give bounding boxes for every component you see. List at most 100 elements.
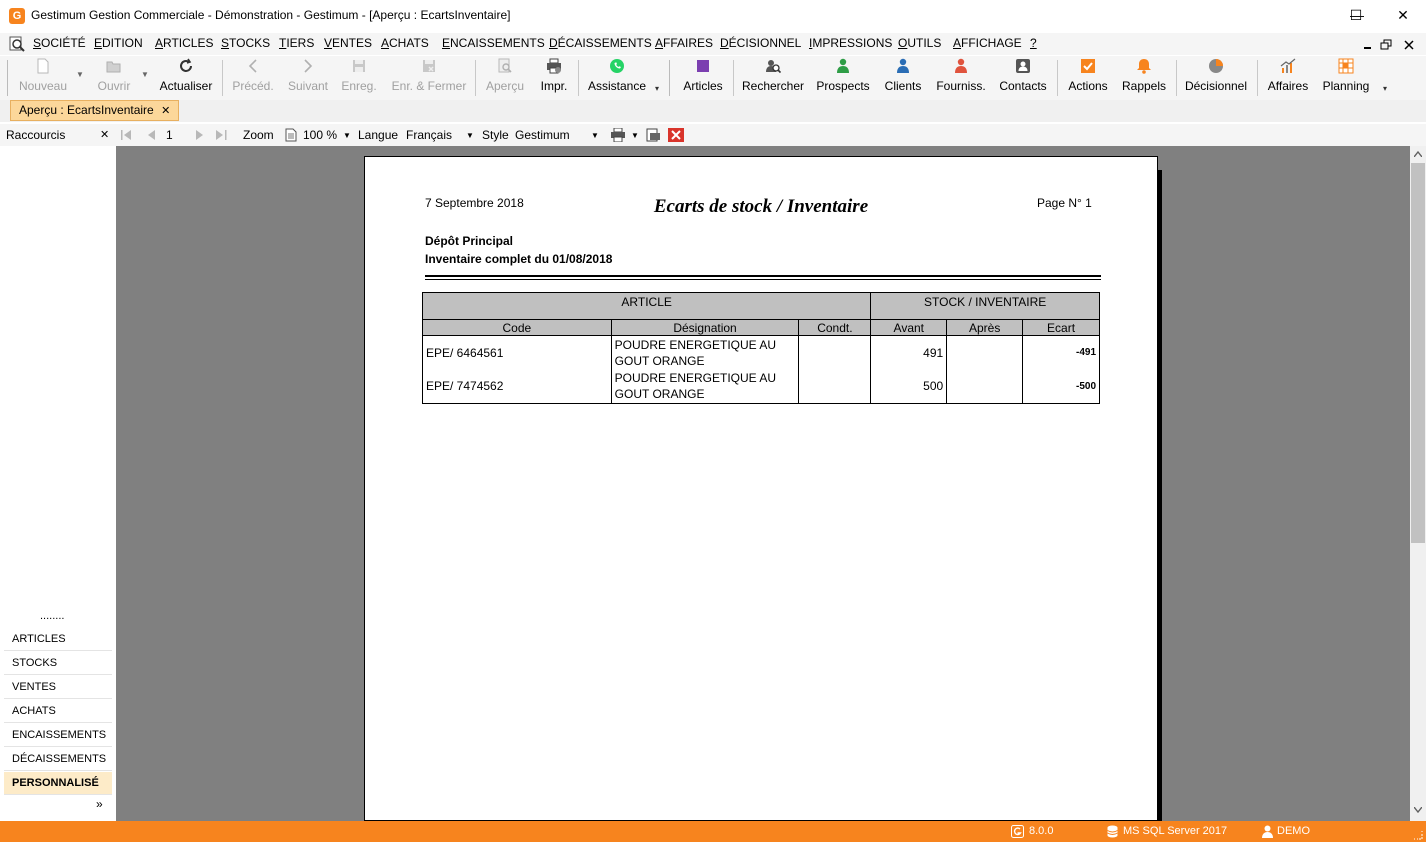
toolbar-separator bbox=[1176, 60, 1177, 96]
client-person-icon bbox=[897, 58, 909, 73]
column-header-avant: Avant bbox=[870, 319, 948, 336]
scroll-up-icon[interactable] bbox=[1414, 151, 1422, 157]
apercu-button[interactable]: Aperçu bbox=[484, 58, 526, 98]
affaires-button[interactable]: Affaires bbox=[1266, 58, 1310, 98]
designation-line-1: POUDRE ENERGETIQUE AU bbox=[614, 337, 777, 352]
menu-impressions[interactable]: IMPRESSIONS bbox=[809, 36, 892, 50]
maximize-button[interactable]: ☐ bbox=[1333, 0, 1379, 31]
rechercher-button[interactable]: Rechercher bbox=[741, 58, 805, 98]
menu-outils[interactable]: OUTILS bbox=[898, 36, 941, 50]
close-raccourcis-icon[interactable]: ✕ bbox=[100, 128, 109, 141]
tab-close-icon[interactable]: ✕ bbox=[161, 105, 170, 117]
sidebar-item-achats[interactable]: ACHATS bbox=[4, 700, 112, 723]
menu-edition[interactable]: EDITION bbox=[94, 36, 143, 50]
menu-encaissements[interactable]: ENCAISSEMENTS bbox=[442, 36, 545, 50]
sidebar-splitter[interactable]: ........ bbox=[40, 610, 64, 622]
menu-help[interactable]: ? bbox=[1030, 36, 1037, 50]
sidebar-more-icon[interactable]: » bbox=[96, 797, 103, 811]
sidebar-item-personnalise[interactable]: PERSONNALISÉ bbox=[4, 772, 112, 795]
sidebar-item-articles[interactable]: ARTICLES bbox=[4, 628, 112, 651]
page-zoom-icon bbox=[285, 128, 297, 142]
checkbox-task-icon bbox=[1081, 59, 1095, 73]
toolbar-overflow-icon[interactable]: ▾ bbox=[655, 84, 659, 93]
status-version: 8.0.0 bbox=[1029, 825, 1054, 837]
cell-avant: 491 bbox=[870, 335, 948, 370]
print-icon[interactable] bbox=[610, 128, 626, 142]
next-last-page-icons[interactable] bbox=[192, 128, 232, 142]
sidebar-item-ventes[interactable]: VENTES bbox=[4, 676, 112, 699]
app-logo-icon: G bbox=[9, 8, 25, 24]
menu-affichage[interactable]: AFFICHAGE bbox=[953, 36, 1022, 50]
langue-select[interactable]: Français bbox=[406, 128, 452, 142]
user-icon bbox=[1262, 825, 1273, 838]
tab-label: Aperçu : EcartsInventaire bbox=[19, 103, 154, 117]
style-dropdown-icon[interactable]: ▼ bbox=[591, 131, 599, 140]
suivant-button[interactable]: Suivant bbox=[286, 58, 330, 98]
cell-avant: 500 bbox=[870, 369, 948, 404]
ouvrir-dropdown-icon[interactable]: ▼ bbox=[141, 70, 149, 79]
close-window-button[interactable]: ✕ bbox=[1380, 0, 1426, 31]
toolbar-separator bbox=[578, 60, 579, 96]
cell-code: EPE/ 7474562 bbox=[422, 369, 612, 404]
scroll-down-icon[interactable] bbox=[1414, 807, 1422, 813]
enregistrer-fermer-button[interactable]: Enr. & Fermer bbox=[390, 58, 468, 98]
menu-ventes[interactable]: VENTES bbox=[324, 36, 372, 50]
scrollbar-thumb[interactable] bbox=[1411, 163, 1425, 543]
search-preview-icon[interactable] bbox=[9, 36, 25, 52]
report-double-rule-top bbox=[425, 275, 1101, 277]
sidebar-item-decaissements[interactable]: DÉCAISSEMENTS bbox=[4, 748, 112, 771]
prospects-button[interactable]: Prospects bbox=[816, 58, 870, 98]
toolbar-overflow-icon[interactable]: ▾ bbox=[1383, 84, 1387, 93]
precedent-button[interactable]: Précéd. bbox=[230, 58, 276, 98]
toolbar-separator bbox=[222, 60, 223, 96]
window-title: Gestimum Gestion Commerciale - Démonstra… bbox=[31, 8, 511, 22]
print-settings-icon bbox=[547, 58, 561, 74]
save-icon bbox=[353, 60, 365, 72]
refresh-icon bbox=[180, 58, 192, 72]
tab-apercu-ecarts-inventaire[interactable]: Aperçu : EcartsInventaire ✕ bbox=[10, 100, 180, 121]
style-select[interactable]: Gestimum bbox=[515, 128, 570, 142]
actualiser-button[interactable]: Actualiser bbox=[158, 58, 214, 98]
column-header-designation: Désignation bbox=[610, 319, 800, 336]
articles-button[interactable]: Articles bbox=[680, 58, 726, 98]
main-toolbar: Nouveau ▼ Ouvrir ▼ Actualiser Précéd. Su… bbox=[0, 56, 1426, 100]
first-previous-page-icons[interactable] bbox=[120, 128, 160, 142]
contact-card-icon bbox=[1016, 59, 1030, 73]
ouvrir-button[interactable]: Ouvrir bbox=[94, 58, 134, 98]
close-preview-icon[interactable] bbox=[668, 128, 684, 142]
preview-icon bbox=[498, 58, 512, 73]
decisionnel-button[interactable]: Décisionnel bbox=[1184, 58, 1248, 98]
zoom-select[interactable]: 100 % bbox=[303, 128, 337, 142]
clients-button[interactable]: Clients bbox=[882, 58, 924, 98]
zoom-dropdown-icon[interactable]: ▼ bbox=[343, 131, 351, 140]
nouveau-button[interactable]: Nouveau bbox=[16, 58, 70, 98]
menu-articles[interactable]: ARTICLES bbox=[155, 36, 213, 50]
resize-grip-icon[interactable] bbox=[1412, 829, 1424, 841]
menu-decisionnel[interactable]: DÉCISIONNEL bbox=[720, 36, 801, 50]
status-server: MS SQL Server 2017 bbox=[1123, 825, 1228, 837]
mdi-window-controls[interactable] bbox=[1362, 39, 1418, 51]
nouveau-dropdown-icon[interactable]: ▼ bbox=[76, 70, 84, 79]
menu-tiers[interactable]: TIERS bbox=[279, 36, 314, 50]
menu-decaissements[interactable]: DÉCAISSEMENTS bbox=[549, 36, 652, 50]
menu-achats[interactable]: ACHATS bbox=[381, 36, 429, 50]
designation-line-2: GOUT ORANGE bbox=[614, 353, 705, 368]
print-setup-icon[interactable] bbox=[645, 128, 661, 142]
rappels-button[interactable]: Rappels bbox=[1121, 58, 1167, 98]
actions-button[interactable]: Actions bbox=[1065, 58, 1111, 98]
designation-line-1: POUDRE ENERGETIQUE AU bbox=[614, 371, 777, 386]
sidebar-item-encaissements[interactable]: ENCAISSEMENTS bbox=[4, 724, 112, 747]
menu-stocks[interactable]: STOCKS bbox=[221, 36, 270, 50]
menu-societe[interactable]: SOCIÉTÉ bbox=[33, 36, 86, 50]
page-number-input[interactable]: 1 bbox=[166, 128, 173, 142]
planning-button[interactable]: Planning bbox=[1321, 58, 1371, 98]
menu-affaires[interactable]: AFFAIRES bbox=[655, 36, 713, 50]
assistance-button[interactable]: Assistance bbox=[586, 58, 648, 98]
imprimer-button[interactable]: Impr. bbox=[538, 58, 570, 98]
langue-dropdown-icon[interactable]: ▼ bbox=[466, 131, 474, 140]
contacts-button[interactable]: Contacts bbox=[998, 58, 1048, 98]
fournisseurs-button[interactable]: Fourniss. bbox=[935, 58, 987, 98]
enregistrer-button[interactable]: Enreg. bbox=[340, 58, 378, 98]
print-dropdown-icon[interactable]: ▼ bbox=[631, 131, 639, 140]
sidebar-item-stocks[interactable]: STOCKS bbox=[4, 652, 112, 675]
